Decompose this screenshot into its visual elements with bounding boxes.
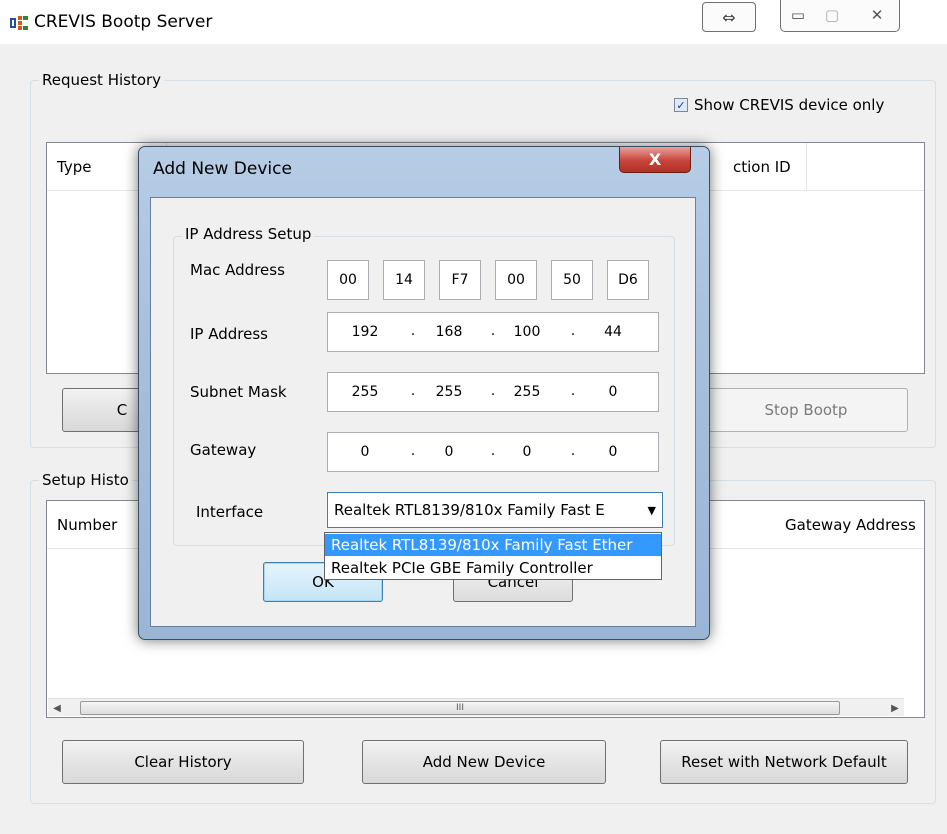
request-left-button-label: C — [116, 401, 128, 419]
ip-address-label: IP Address — [190, 325, 268, 343]
ip-address-setup-label: IP Address Setup — [182, 225, 315, 243]
column-header-gateway-address[interactable]: Gateway Address — [767, 501, 925, 549]
add-new-device-button[interactable]: Add New Device — [362, 740, 606, 784]
stop-bootp-button[interactable]: Stop Bootp — [704, 388, 908, 432]
ip-octet-3[interactable]: 100 — [502, 313, 552, 351]
subnet-octet-4[interactable]: 0 — [588, 373, 638, 411]
ip-dot: . — [410, 323, 416, 339]
ip-octet-1[interactable]: 192 — [340, 313, 390, 351]
ip-octet-2[interactable]: 168 — [424, 313, 474, 351]
column-header-connection-id[interactable]: ction ID — [707, 143, 807, 191]
scrollbar-thumb[interactable]: III — [80, 701, 840, 715]
add-new-device-label: Add New Device — [422, 753, 546, 771]
subnet-dot: . — [570, 383, 576, 399]
mac-address-label: Mac Address — [190, 261, 285, 279]
mac-octet-4[interactable]: 00 — [495, 260, 537, 300]
mac-octet-5[interactable]: 50 — [551, 260, 593, 300]
gateway-dot: . — [570, 443, 576, 459]
title-bar: CREVIS Bootp Server ⇔ ▭ ▢ ✕ — [0, 0, 947, 44]
subnet-octet-3[interactable]: 255 — [502, 373, 552, 411]
subnet-dot: . — [410, 383, 416, 399]
gateway-octet-1[interactable]: 0 — [340, 433, 390, 471]
dialog-close-button[interactable]: X — [619, 147, 691, 173]
gateway-octet-2[interactable]: 0 — [424, 433, 474, 471]
stop-bootp-label: Stop Bootp — [764, 401, 848, 419]
interface-option-1[interactable]: Realtek RTL8139/810x Family Fast Ether — [325, 534, 661, 556]
gateway-label: Gateway — [190, 441, 257, 459]
dialog-title: Add New Device — [153, 159, 292, 179]
ip-dot: . — [490, 323, 496, 339]
show-crevis-only-label: Show CREVIS device only — [694, 96, 885, 114]
interface-select[interactable]: Realtek RTL8139/810x Family Fast E ▼ — [327, 492, 663, 528]
gateway-octet-4[interactable]: 0 — [588, 433, 638, 471]
gateway-field[interactable]: 0 . 0 . 0 . 0 — [327, 432, 659, 472]
ip-dot: . — [570, 323, 576, 339]
chevron-down-icon[interactable]: ▼ — [648, 504, 656, 517]
reset-network-default-label: Reset with Network Default — [681, 753, 887, 771]
subnet-octet-2[interactable]: 255 — [424, 373, 474, 411]
maximize-icon: ▢ — [824, 6, 840, 24]
gateway-dot: . — [490, 443, 496, 459]
gateway-octet-3[interactable]: 0 — [502, 433, 552, 471]
scroll-left-icon[interactable]: ◀ — [48, 699, 66, 717]
checkbox-checked-icon: ✓ — [674, 98, 688, 112]
setup-history-scrollbar[interactable]: ◀ III ▶ — [48, 698, 904, 716]
grip-icon: III — [456, 703, 464, 713]
interface-dropdown-list[interactable]: Realtek RTL8139/810x Family Fast Ether R… — [324, 532, 662, 580]
ip-address-field[interactable]: 192 . 168 . 100 . 44 — [327, 312, 659, 352]
gateway-dot: . — [410, 443, 416, 459]
minimize-icon: ▭ — [790, 6, 806, 24]
request-history-label: Request History — [39, 71, 165, 89]
window-title: CREVIS Bootp Server — [34, 12, 213, 32]
subnet-mask-field[interactable]: 255 . 255 . 255 . 0 — [327, 372, 659, 412]
window-controls: ▭ ▢ ✕ — [780, 0, 900, 32]
app-icon — [10, 16, 28, 30]
minimize-button[interactable]: ▭ — [781, 0, 815, 30]
resize-toggle-button[interactable]: ⇔ — [702, 2, 756, 32]
subnet-octet-1[interactable]: 255 — [340, 373, 390, 411]
subnet-dot: . — [490, 383, 496, 399]
subnet-mask-label: Subnet Mask — [190, 383, 287, 401]
clear-history-button[interactable]: Clear History — [62, 740, 304, 784]
ip-octet-4[interactable]: 44 — [588, 313, 638, 351]
reset-network-default-button[interactable]: Reset with Network Default — [660, 740, 908, 784]
close-icon: ✕ — [870, 6, 884, 24]
show-crevis-only-checkbox[interactable]: ✓ Show CREVIS device only — [674, 96, 884, 114]
scroll-right-icon[interactable]: ▶ — [886, 699, 904, 717]
mac-octet-6[interactable]: D6 — [607, 260, 649, 300]
resize-arrows-icon: ⇔ — [722, 7, 736, 27]
mac-octet-1[interactable]: 00 — [327, 260, 369, 300]
interface-selected-value: Realtek RTL8139/810x Family Fast E — [334, 501, 605, 519]
clear-history-label: Clear History — [134, 753, 232, 771]
interface-option-2[interactable]: Realtek PCIe GBE Family Controller — [325, 557, 661, 579]
close-button[interactable]: ✕ — [857, 0, 897, 30]
interface-label: Interface — [196, 503, 264, 521]
close-icon: X — [648, 150, 662, 169]
mac-octet-2[interactable]: 14 — [383, 260, 425, 300]
mac-octet-3[interactable]: F7 — [439, 260, 481, 300]
maximize-button[interactable]: ▢ — [815, 0, 849, 30]
setup-history-label: Setup Histo — [39, 471, 132, 489]
